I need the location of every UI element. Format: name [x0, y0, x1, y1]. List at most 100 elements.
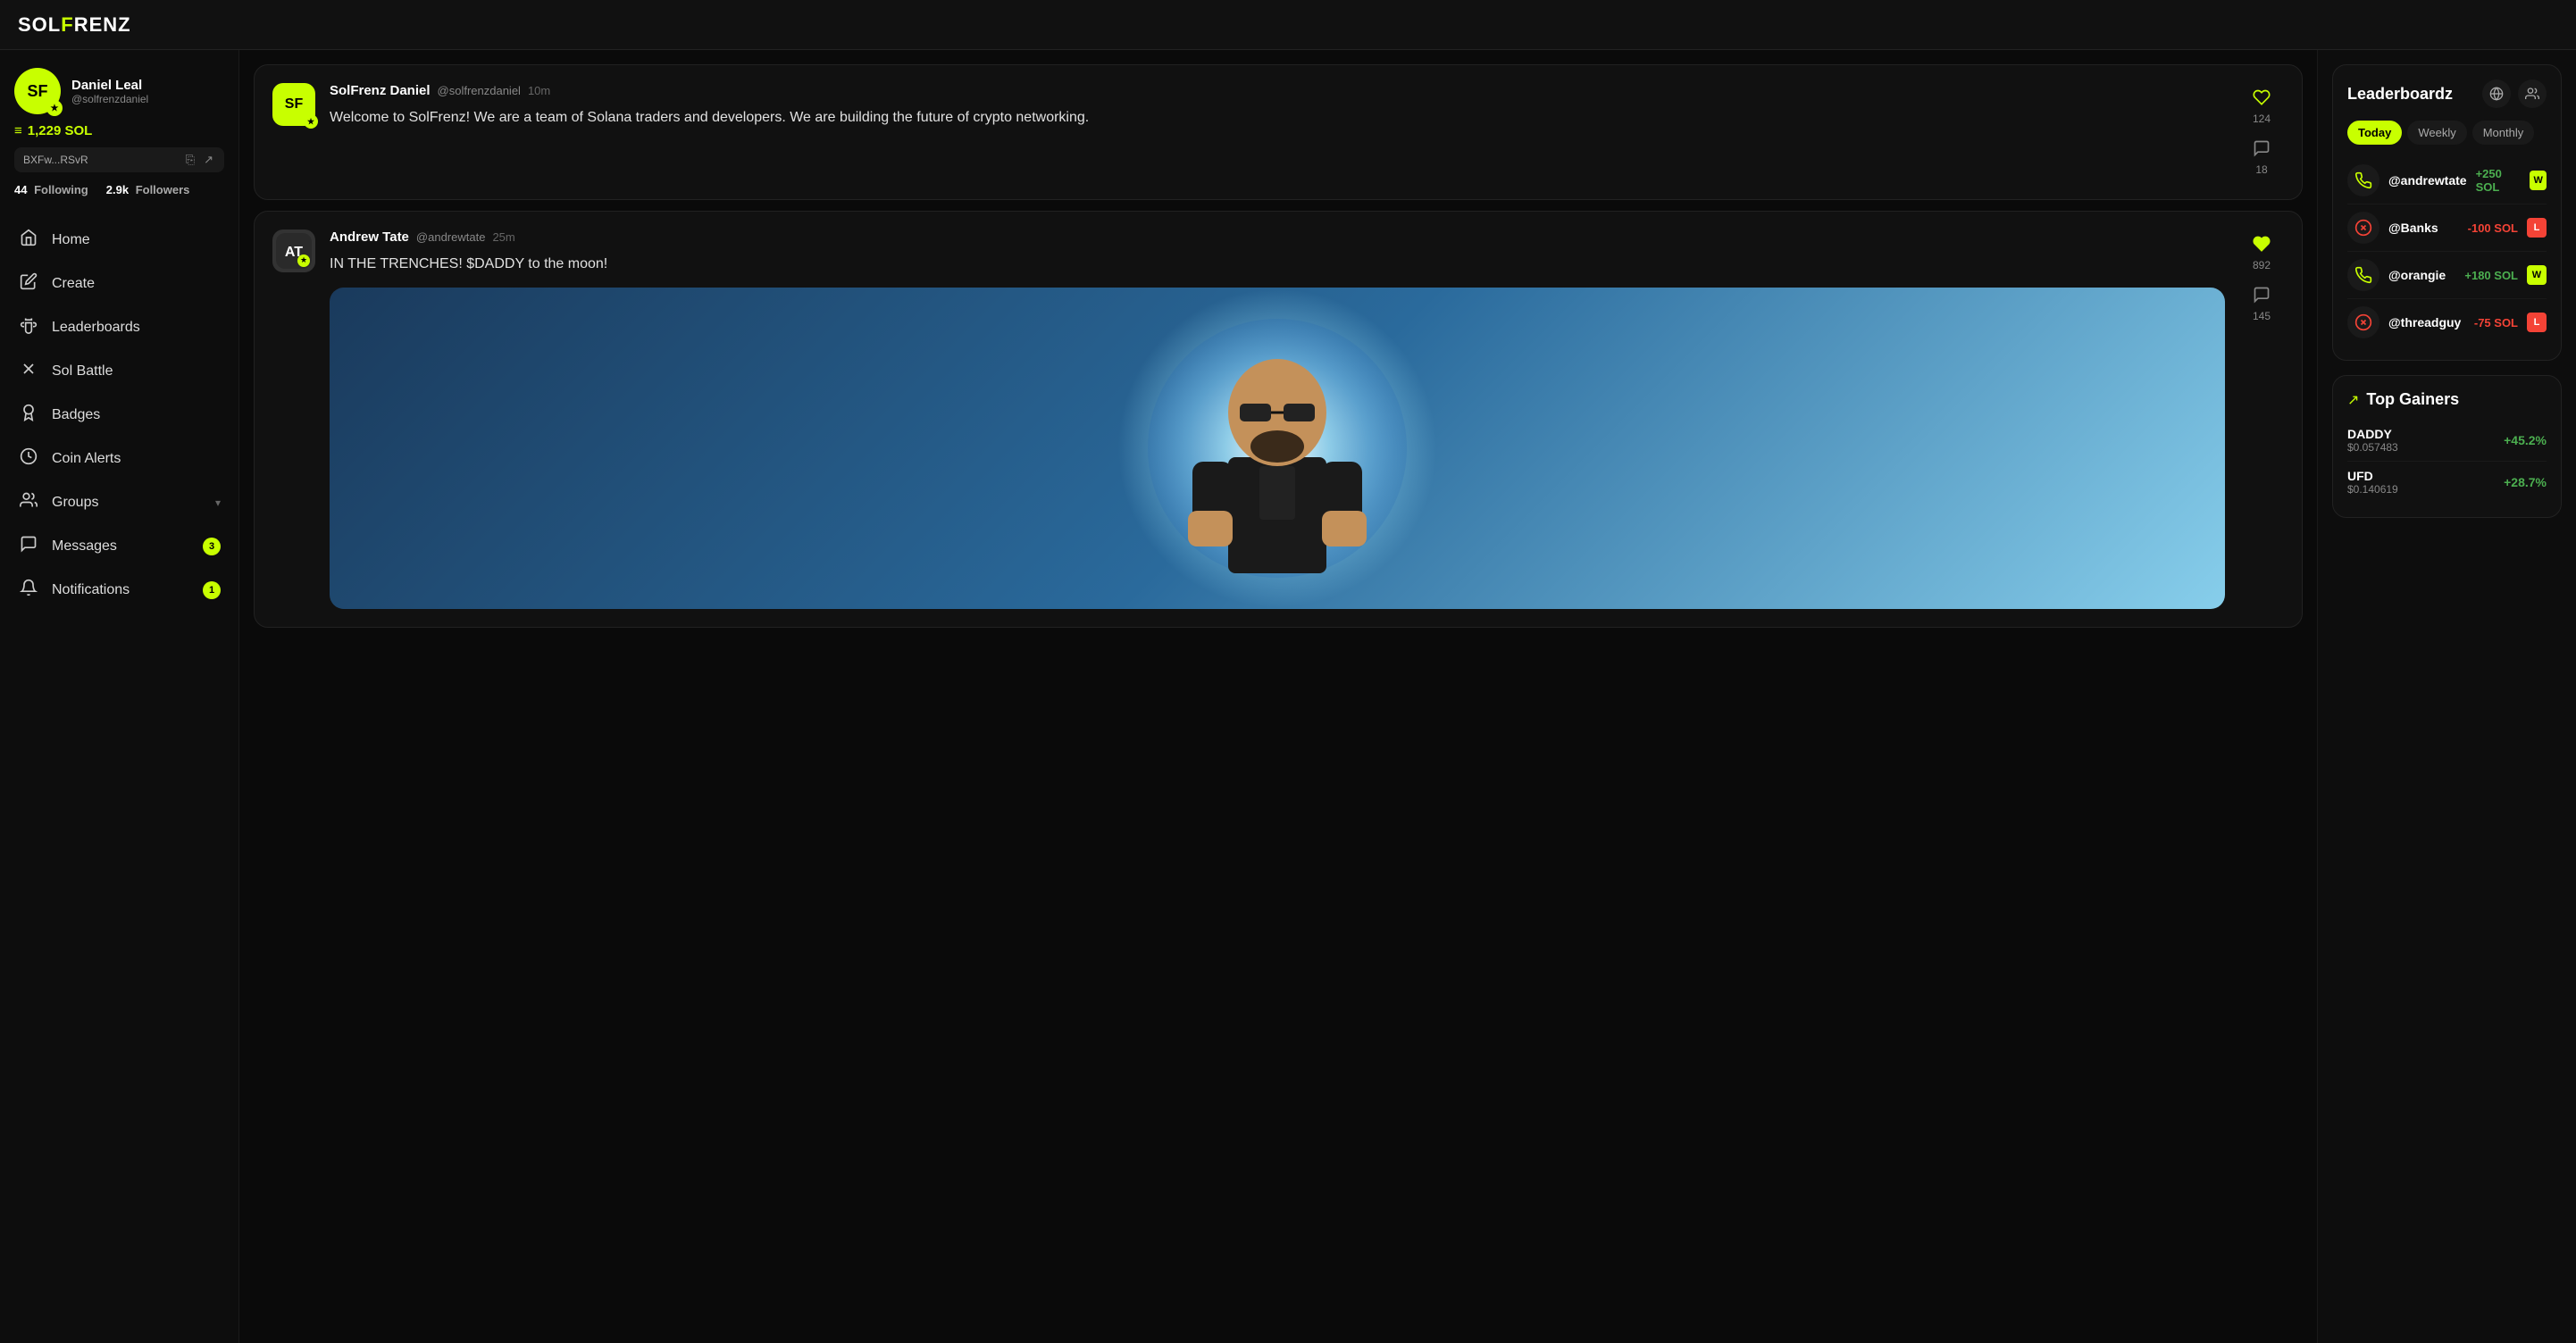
post-card: AT ★ Andrew Tate @andrewtate 25m IN THE …	[254, 211, 2303, 628]
gainer-price: $0.140619	[2347, 483, 2398, 496]
leaderboard-tabs: Today Weekly Monthly	[2347, 121, 2547, 145]
like-button[interactable]: 892	[2247, 229, 2276, 277]
lb-avatar	[2347, 259, 2379, 291]
post-author-handle: @andrewtate	[416, 230, 486, 244]
lb-sol: +180 SOL	[2464, 269, 2518, 282]
comment-icon	[2253, 139, 2271, 162]
post-header: Andrew Tate @andrewtate 25m	[330, 229, 2225, 245]
profile-name: Daniel Leal	[71, 78, 148, 93]
leaderboard-title: Leaderboardz	[2347, 85, 2453, 104]
followers-stat: 2.9k Followers	[106, 183, 190, 196]
sidebar-item-coin-alerts[interactable]: Coin Alerts	[0, 437, 238, 480]
post-avatar: SF ★	[272, 83, 315, 126]
tab-monthly[interactable]: Monthly	[2472, 121, 2535, 145]
sidebar: SF ★ Daniel Leal @solfrenzdaniel 1,229 S…	[0, 50, 239, 1343]
lb-handle: @threadguy	[2388, 315, 2465, 329]
leaderboard-card: Leaderboardz Today Weekly Monthly	[2332, 64, 2562, 361]
gainer-name: DADDY	[2347, 427, 2398, 441]
like-count: 892	[2253, 259, 2271, 271]
sidebar-item-groups[interactable]: Groups ▾	[0, 480, 238, 524]
comment-count: 18	[2255, 163, 2267, 176]
post-time: 25m	[492, 230, 514, 244]
sidebar-item-label-messages: Messages	[52, 538, 117, 555]
sidebar-item-label-home: Home	[52, 232, 90, 248]
leaderboard-item: @Banks -100 SOL L	[2347, 204, 2547, 252]
heart-icon	[2253, 88, 2271, 111]
avatar-star: ★	[46, 100, 63, 116]
users-button[interactable]	[2518, 79, 2547, 108]
sidebar-item-create[interactable]: Create	[0, 262, 238, 305]
lb-avatar	[2347, 164, 2379, 196]
tab-today[interactable]: Today	[2347, 121, 2402, 145]
coin-alerts-icon	[18, 447, 39, 470]
lb-avatar	[2347, 212, 2379, 244]
heart-icon	[2253, 235, 2271, 257]
sidebar-item-badges[interactable]: Badges	[0, 393, 238, 437]
gainer-pct: +45.2%	[2504, 433, 2547, 447]
main-feed: SF ★ SolFrenz Daniel @solfrenzdaniel 10m…	[239, 50, 2317, 1343]
sol-battle-icon	[18, 360, 39, 382]
lb-badge: W	[2530, 171, 2547, 190]
lb-badge: L	[2527, 313, 2547, 332]
copy-wallet-button[interactable]: ⎘	[184, 153, 197, 167]
profile-section: SF ★ Daniel Leal @solfrenzdaniel 1,229 S…	[0, 50, 238, 211]
notifications-icon	[18, 579, 39, 601]
top-gainers-card: ↗ Top Gainers DADDY $0.057483 +45.2% UFD…	[2332, 375, 2562, 518]
sidebar-item-leaderboards[interactable]: Leaderboards	[0, 305, 238, 349]
home-icon	[18, 229, 39, 251]
sidebar-item-sol-battle[interactable]: Sol Battle	[0, 349, 238, 393]
globe-button[interactable]	[2482, 79, 2511, 108]
top-gainers-title: Top Gainers	[2366, 390, 2459, 409]
gainer-price: $0.057483	[2347, 441, 2398, 454]
gainer-item: DADDY $0.057483 +45.2%	[2347, 420, 2547, 462]
lb-badge: W	[2527, 265, 2547, 285]
post-author-name: SolFrenz Daniel	[330, 83, 431, 98]
topbar: SOLFRENZ	[0, 0, 2576, 50]
post-avatar-star: ★	[304, 114, 318, 129]
tab-weekly[interactable]: Weekly	[2407, 121, 2466, 145]
svg-text:★: ★	[300, 255, 307, 264]
sidebar-item-messages[interactable]: Messages 3	[0, 524, 238, 568]
avatar: SF ★	[14, 68, 61, 114]
post-body: SolFrenz Daniel @solfrenzdaniel 10m Welc…	[330, 83, 2225, 181]
gainer-item: UFD $0.140619 +28.7%	[2347, 462, 2547, 503]
following-stat: 44 Following	[14, 183, 88, 196]
gainer-pct: +28.7%	[2504, 475, 2547, 489]
sidebar-item-label-notifications: Notifications	[52, 582, 130, 598]
post-text: Welcome to SolFrenz! We are a team of So…	[330, 107, 2225, 129]
post-time: 10m	[528, 84, 550, 97]
post-card: SF ★ SolFrenz Daniel @solfrenzdaniel 10m…	[254, 64, 2303, 200]
right-panel: Leaderboardz Today Weekly Monthly	[2317, 50, 2576, 1343]
lb-sol: -75 SOL	[2474, 316, 2518, 329]
lb-sol: -100 SOL	[2468, 221, 2518, 235]
wallet-address: BXFw...RSvR	[23, 154, 179, 166]
post-body: Andrew Tate @andrewtate 25m IN THE TRENC…	[330, 229, 2225, 609]
sidebar-item-label-groups: Groups	[52, 495, 98, 511]
wallet-row: BXFw...RSvR ⎘ ↗	[14, 147, 224, 172]
leaderboard-item: @andrewtate +250 SOL W	[2347, 157, 2547, 204]
nav-section: Home Create Leaderboards Sol Battle	[0, 211, 238, 619]
sidebar-item-label-badges: Badges	[52, 407, 100, 423]
comment-button[interactable]: 145	[2247, 280, 2276, 328]
notifications-badge: 1	[203, 581, 221, 599]
post-text: IN THE TRENCHES! $DADDY to the moon!	[330, 254, 2225, 275]
top-gainers-icon: ↗	[2347, 391, 2359, 409]
like-button[interactable]: 124	[2247, 83, 2276, 130]
sidebar-item-notifications[interactable]: Notifications 1	[0, 568, 238, 612]
post-avatar: AT ★	[272, 229, 315, 272]
leaderboard-item: @orangie +180 SOL W	[2347, 252, 2547, 299]
messages-icon	[18, 535, 39, 557]
post-actions: 892 145	[2239, 229, 2284, 609]
create-icon	[18, 272, 39, 295]
badges-icon	[18, 404, 39, 426]
messages-badge: 3	[203, 538, 221, 555]
lb-sol: +250 SOL	[2476, 167, 2522, 194]
comment-icon	[2253, 286, 2271, 308]
comment-button[interactable]: 18	[2247, 134, 2276, 181]
open-wallet-button[interactable]: ↗	[202, 153, 215, 167]
post-actions: 124 18	[2239, 83, 2284, 181]
post-author-name: Andrew Tate	[330, 229, 409, 245]
lb-handle: @orangie	[2388, 268, 2455, 282]
sidebar-item-home[interactable]: Home	[0, 218, 238, 262]
lb-badge: L	[2527, 218, 2547, 238]
